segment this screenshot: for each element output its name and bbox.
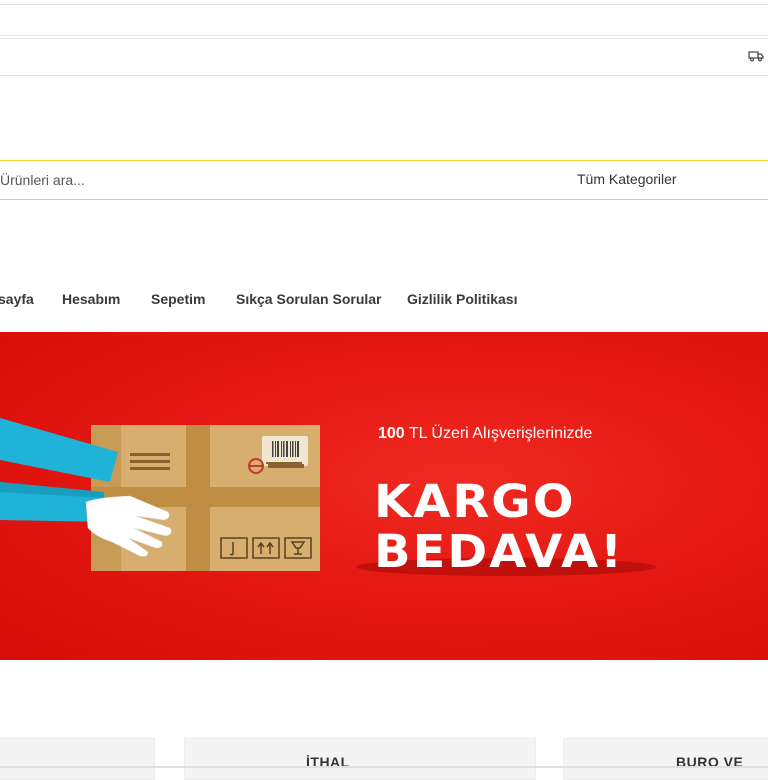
banner-subtitle-text: TL Üzeri Alışverişlerinizde — [408, 425, 593, 442]
free-shipping-banner[interactable]: 100 TL Üzeri Alışverişlerinizde KARGO BE… — [0, 332, 768, 660]
top-bar — [0, 4, 768, 36]
category-card[interactable] — [0, 738, 155, 780]
info-bar — [0, 38, 768, 76]
nav-item-faq[interactable]: Sıkça Sorulan Sorular — [236, 291, 382, 307]
banner-headline-1: KARGO — [374, 475, 576, 529]
nav-item-home[interactable]: sayfa — [0, 291, 34, 307]
banner-headline-2: BEDAVA! — [374, 525, 625, 579]
search-input[interactable] — [0, 161, 518, 199]
banner-subtitle: 100 TL Üzeri Alışverişlerinizde — [378, 425, 592, 443]
category-card-ithal[interactable] — [184, 738, 536, 780]
category-select[interactable]: Tüm Kategoriler — [577, 171, 677, 187]
nav-item-privacy[interactable]: Gizlilik Politikası — [407, 291, 517, 307]
nav-item-cart[interactable]: Sepetim — [151, 291, 205, 307]
banner-amount: 100 — [378, 425, 405, 442]
truck-icon[interactable] — [748, 50, 764, 62]
nav-item-account[interactable]: Hesabım — [62, 291, 120, 307]
